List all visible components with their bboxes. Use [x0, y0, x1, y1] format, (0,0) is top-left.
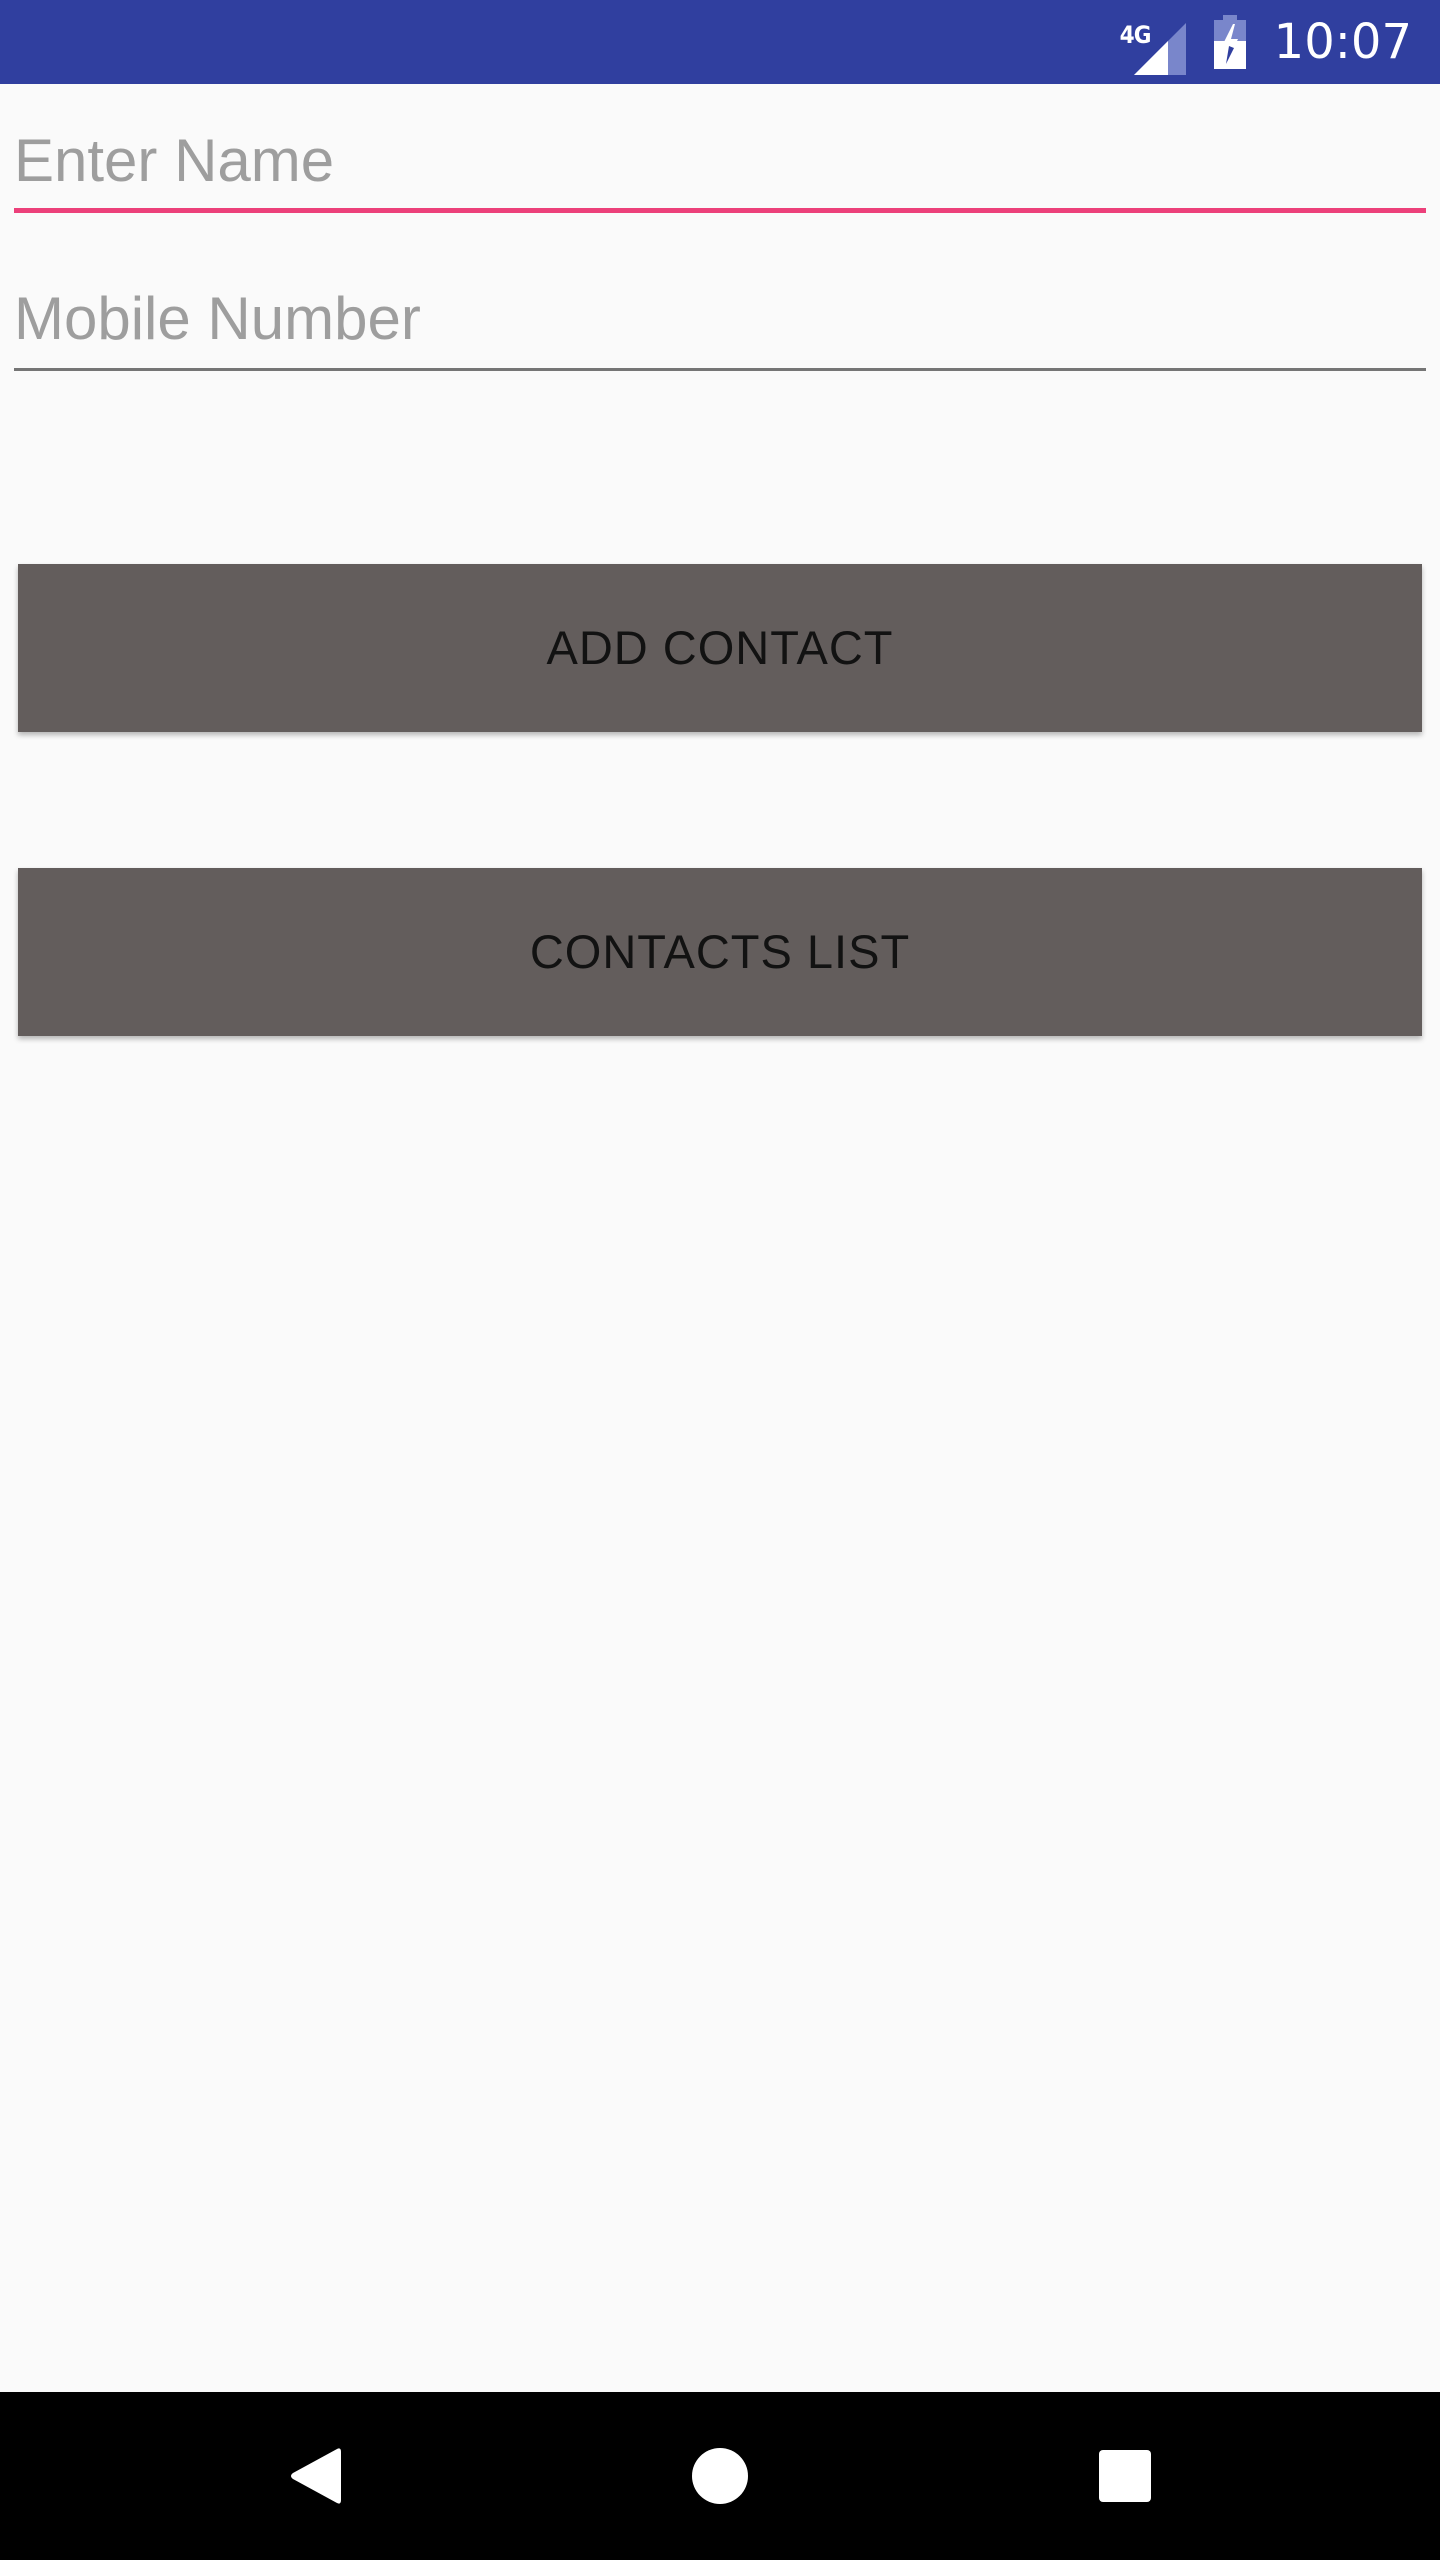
- back-button[interactable]: [225, 2392, 405, 2560]
- name-field[interactable]: [14, 110, 1426, 220]
- recents-icon: [1099, 2450, 1151, 2502]
- home-icon: [692, 2448, 748, 2504]
- mobile-number-input[interactable]: [14, 268, 1426, 368]
- add-contact-button[interactable]: ADD CONTACT: [18, 564, 1422, 732]
- app-screen: 4G 10:07 ADD CONTACT CONTACTS L: [0, 0, 1440, 2560]
- mobile-field[interactable]: [14, 268, 1426, 378]
- status-bar: 4G 10:07: [0, 0, 1440, 84]
- name-input[interactable]: [14, 110, 1426, 210]
- recents-button[interactable]: [1035, 2392, 1215, 2560]
- signal-bars-icon: [1133, 23, 1186, 75]
- back-icon: [291, 2448, 341, 2504]
- name-field-underline: [14, 208, 1426, 213]
- mobile-field-underline: [14, 368, 1426, 371]
- status-time: 10:07: [1273, 14, 1412, 70]
- battery-charging-icon: [1213, 15, 1246, 69]
- cellular-signal-icon: 4G: [1120, 9, 1186, 75]
- status-icons: 4G 10:07: [1120, 0, 1412, 84]
- navigation-bar: [0, 2392, 1440, 2560]
- home-button[interactable]: [630, 2392, 810, 2560]
- contacts-list-button[interactable]: CONTACTS LIST: [18, 868, 1422, 1036]
